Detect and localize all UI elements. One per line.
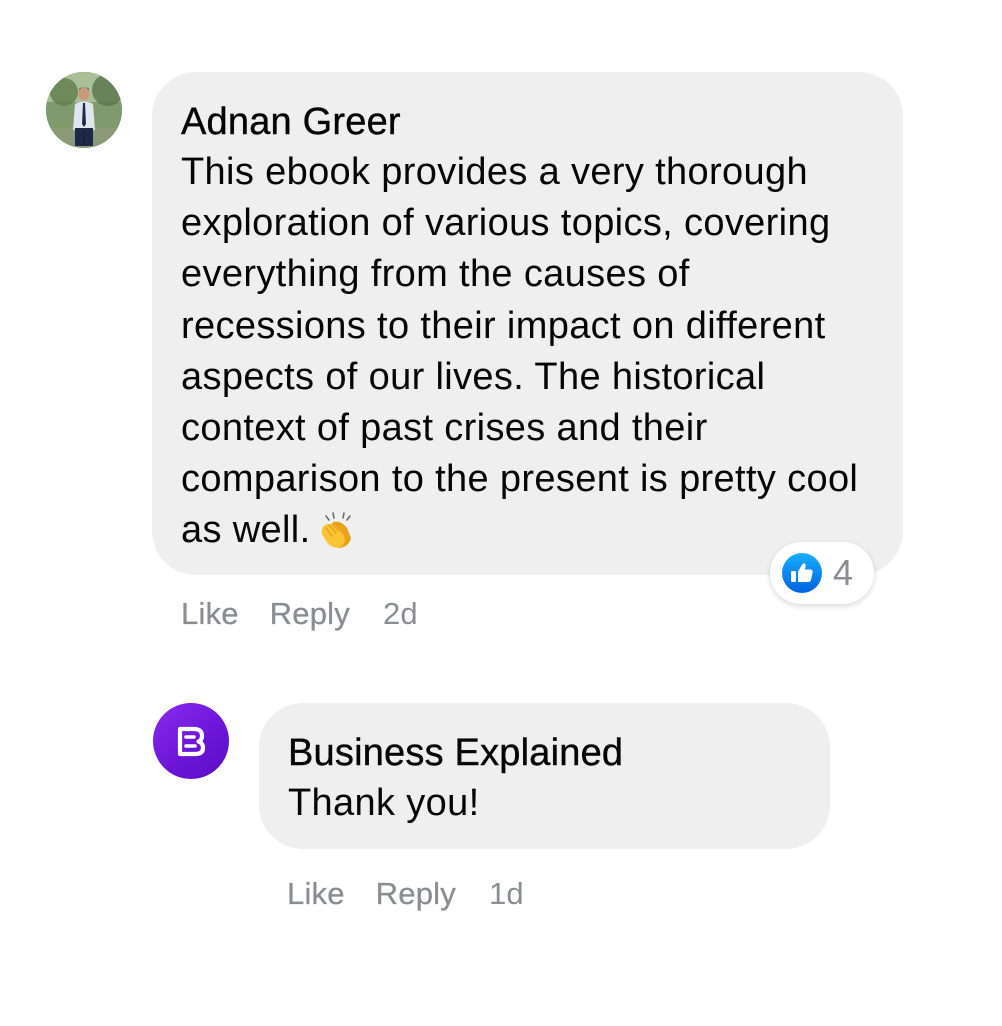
comment-timestamp[interactable]: 1d <box>489 876 524 912</box>
reaction-summary[interactable]: 4 <box>770 542 874 604</box>
comment-bubble: Adnan Greer This ebook provides a very t… <box>152 72 903 575</box>
comment-author[interactable]: Adnan Greer <box>181 100 873 144</box>
like-button[interactable]: Like <box>181 596 239 632</box>
reply-button[interactable]: Reply <box>270 596 350 632</box>
reply-actions: Like Reply 1d <box>287 876 524 912</box>
person-photo-icon <box>46 72 122 148</box>
business-explained-logo-icon <box>177 726 206 757</box>
avatar-business-explained[interactable] <box>153 703 229 779</box>
comment-text: This ebook provides a very thorough expl… <box>181 147 873 557</box>
comment-body: This ebook provides a very thorough expl… <box>181 151 859 552</box>
comment-actions: Like Reply 2d <box>181 596 418 632</box>
reply-button[interactable]: Reply <box>376 876 456 912</box>
comment-text: Thank you! <box>288 782 480 824</box>
like-reaction-icon <box>782 553 822 593</box>
comment-timestamp[interactable]: 2d <box>383 596 418 632</box>
avatar-adnan-greer[interactable] <box>46 72 122 148</box>
comment-author[interactable]: Business Explained <box>288 731 800 775</box>
reaction-count: 4 <box>833 552 854 593</box>
clapping-hands-icon <box>321 512 351 549</box>
reply-bubble: Business Explained Thank you! <box>259 703 830 849</box>
like-button[interactable]: Like <box>287 876 345 912</box>
